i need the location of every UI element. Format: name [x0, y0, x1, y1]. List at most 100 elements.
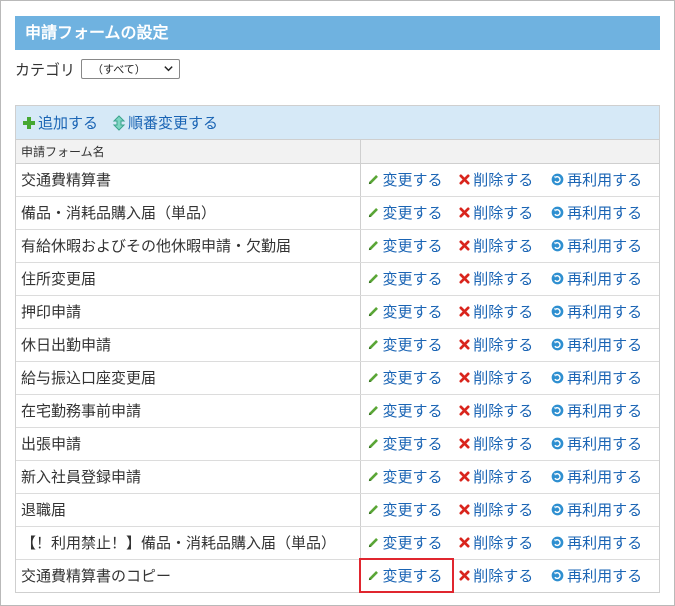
delete-x-icon: [459, 372, 470, 383]
edit-button[interactable]: 変更する: [367, 565, 443, 586]
edit-button[interactable]: 変更する: [367, 532, 443, 553]
reuse-button[interactable]: 再利用する: [551, 532, 642, 553]
delete-button[interactable]: 削除する: [459, 565, 533, 586]
delete-button-label: 削除する: [473, 303, 534, 321]
reuse-arrow-icon: [551, 437, 564, 450]
edit-button[interactable]: 変更する: [367, 268, 443, 289]
delete-button[interactable]: 削除する: [459, 334, 533, 355]
delete-x-icon: [459, 306, 470, 317]
edit-button-label: 変更する: [382, 369, 443, 387]
category-select[interactable]: （すべて）: [81, 59, 181, 79]
table-row: 交通費精算書 変更する 削除する 再利用する: [16, 163, 659, 197]
reuse-button[interactable]: 再利用する: [551, 400, 642, 421]
category-filter: カテゴリ （すべて）: [15, 57, 181, 81]
delete-button[interactable]: 削除する: [459, 433, 533, 454]
actions-cell: 変更する 削除する 再利用する: [360, 493, 659, 527]
edit-button[interactable]: 変更する: [367, 499, 443, 520]
reuse-arrow-icon: [551, 371, 564, 384]
delete-button[interactable]: 削除する: [459, 235, 533, 256]
reuse-button[interactable]: 再利用する: [551, 565, 642, 586]
category-selected-value: （すべて）: [92, 63, 146, 76]
reuse-button-label: 再利用する: [567, 435, 643, 453]
delete-button[interactable]: 削除する: [459, 466, 533, 487]
add-button[interactable]: 追加する: [22, 112, 98, 133]
table-row: 退職届 変更する 削除する 再利用する: [16, 493, 659, 527]
column-header-actions: [360, 140, 659, 164]
reuse-arrow-icon: [551, 470, 564, 483]
reuse-button[interactable]: 再利用する: [551, 466, 642, 487]
edit-button[interactable]: 変更する: [367, 202, 443, 223]
reuse-button[interactable]: 再利用する: [551, 499, 642, 520]
table-row: 交通費精算書のコピー 変更する 削除する 再利用する: [16, 559, 659, 592]
edit-button[interactable]: 変更する: [367, 466, 443, 487]
reuse-button[interactable]: 再利用する: [551, 235, 642, 256]
delete-button[interactable]: 削除する: [459, 400, 533, 421]
delete-button[interactable]: 削除する: [459, 499, 533, 520]
reorder-button-label: 順番変更する: [128, 114, 219, 132]
form-name-cell: 休日出勤申請: [16, 328, 361, 362]
reuse-button[interactable]: 再利用する: [551, 301, 642, 322]
delete-x-icon: [459, 438, 470, 449]
delete-button[interactable]: 削除する: [459, 268, 533, 289]
edit-button[interactable]: 変更する: [367, 433, 443, 454]
delete-button[interactable]: 削除する: [459, 169, 533, 190]
delete-button-label: 削除する: [473, 171, 534, 189]
actions-cell: 変更する 削除する 再利用する: [360, 262, 659, 296]
delete-button[interactable]: 削除する: [459, 367, 533, 388]
delete-button-label: 削除する: [473, 369, 534, 387]
actions-cell: 変更する 削除する 再利用する: [360, 460, 659, 494]
reuse-button[interactable]: 再利用する: [551, 334, 642, 355]
page-title: 申請フォームの設定: [15, 16, 660, 50]
reuse-button[interactable]: 再利用する: [551, 202, 642, 223]
reuse-arrow-icon: [551, 305, 564, 318]
actions-cell: 変更する 削除する 再利用する: [360, 163, 659, 197]
reuse-button-label: 再利用する: [567, 303, 643, 321]
table-row: 備品・消耗品購入届（単品） 変更する 削除する 再利用する: [16, 196, 659, 230]
reuse-button[interactable]: 再利用する: [551, 433, 642, 454]
edit-button[interactable]: 変更する: [367, 400, 443, 421]
edit-button[interactable]: 変更する: [367, 301, 443, 322]
delete-button[interactable]: 削除する: [459, 202, 533, 223]
pencil-icon: [368, 373, 378, 383]
reuse-button[interactable]: 再利用する: [551, 268, 642, 289]
edit-button[interactable]: 変更する: [367, 334, 443, 355]
reuse-arrow-icon: [551, 536, 564, 549]
delete-button-label: 削除する: [473, 501, 534, 519]
pencil-icon: [368, 505, 378, 515]
actions-cell: 変更する 削除する 再利用する: [360, 229, 659, 263]
edit-button[interactable]: 変更する: [367, 169, 443, 190]
table-header-row: 申請フォーム名: [16, 140, 659, 164]
actions-cell: 変更する 削除する 再利用する: [360, 394, 659, 428]
pencil-icon: [368, 340, 378, 350]
category-label: カテゴリ: [15, 60, 76, 79]
delete-button-label: 削除する: [473, 468, 534, 486]
delete-x-icon: [459, 174, 470, 185]
actions-cell: 変更する 削除する 再利用する: [360, 427, 659, 461]
delete-x-icon: [459, 339, 470, 350]
reuse-button-label: 再利用する: [567, 402, 643, 420]
reuse-arrow-icon: [551, 569, 564, 582]
edit-button-label: 変更する: [382, 270, 443, 288]
edit-button[interactable]: 変更する: [367, 235, 443, 256]
delete-x-icon: [459, 471, 470, 482]
actions-cell: 変更する 削除する 再利用する: [360, 559, 659, 592]
form-name-cell: 在宅勤務事前申請: [16, 394, 361, 428]
edit-button-label: 変更する: [382, 204, 443, 222]
reuse-button-label: 再利用する: [567, 534, 643, 552]
delete-button[interactable]: 削除する: [459, 301, 533, 322]
delete-button-label: 削除する: [473, 204, 534, 222]
delete-x-icon: [459, 273, 470, 284]
reorder-button[interactable]: 順番変更する: [112, 112, 218, 133]
edit-button[interactable]: 変更する: [367, 367, 443, 388]
form-name-cell: 【！利用禁止！】備品・消耗品購入届（単品）: [16, 526, 361, 560]
form-name-cell: 備品・消耗品購入届（単品）: [16, 196, 361, 230]
delete-button[interactable]: 削除する: [459, 532, 533, 553]
form-name-cell: 給与振込口座変更届: [16, 361, 361, 395]
reuse-arrow-icon: [551, 503, 564, 516]
form-name-cell: 押印申請: [16, 295, 361, 329]
reuse-button[interactable]: 再利用する: [551, 169, 642, 190]
reuse-button[interactable]: 再利用する: [551, 367, 642, 388]
reuse-button-label: 再利用する: [567, 501, 643, 519]
reuse-button-label: 再利用する: [567, 567, 643, 586]
settings-panel: 申請フォームの設定 カテゴリ （すべて） 追加する 順番変更する 申請フォーム名…: [0, 0, 675, 606]
